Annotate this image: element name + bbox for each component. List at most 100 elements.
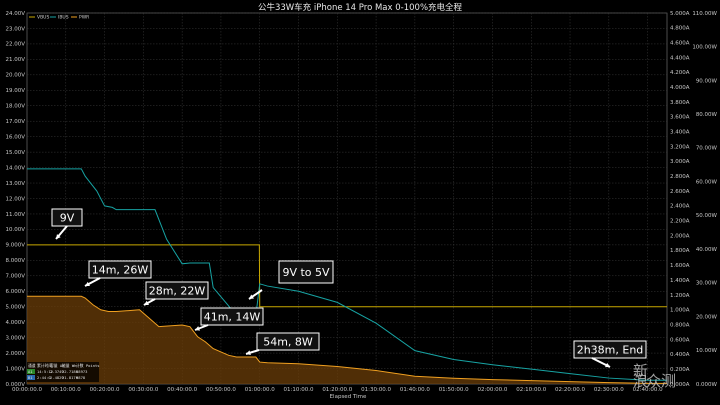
y-left-tick-label: 17.00V: [5, 119, 25, 125]
annotation-label: 2h38m, End: [577, 344, 644, 357]
y-left-tick-label: 8.000V: [5, 258, 25, 264]
y-left-tick-label: 1.000V: [5, 366, 25, 372]
x-tick-label: 00:30:00.0: [128, 387, 158, 393]
y-right-current-tick-label: 0.600A: [670, 337, 690, 343]
stats-cell: 58973: [76, 369, 87, 374]
y-left-tick-label: 13.00V: [5, 181, 25, 187]
stats-cell: B1: [28, 375, 33, 380]
y-right-power-tick-label: 80.00W: [696, 112, 718, 118]
y-right-current-tick-label: 2.800A: [670, 174, 690, 180]
x-tick-label: 01:00:00.0: [245, 387, 275, 393]
stats-header-cell: 能量 Wh: [62, 363, 76, 368]
watermark-text: 众测: [646, 372, 676, 390]
x-tick-label: 02:10:00.0: [516, 387, 546, 393]
y-left-tick-label: 5.000V: [5, 305, 25, 311]
y-right-current-tick-label: 1.600A: [670, 263, 690, 269]
y-left-tick-label: 4.000V: [5, 320, 25, 326]
legend-label-pwr: PWR: [79, 15, 89, 21]
stats-cell: 9878: [76, 375, 86, 380]
stats-table: 通道 累计时间容量 Ah能量 Wh 计数 PointsA1 14:5:122.3749…: [27, 362, 100, 382]
y-left-tick-label: 3.000V: [5, 335, 25, 341]
x-tick-label: 02:20:00.0: [555, 387, 585, 393]
y-left-tick-label: 11.00V: [5, 212, 25, 218]
y-right-current-tick-label: 4.000A: [670, 85, 690, 91]
y-right-power-tick-label: 110.00W: [692, 11, 717, 17]
legend: VBUS IBUS PWR: [29, 15, 89, 21]
y-right-current-tick-label: 5.000A: [670, 11, 690, 17]
legend-label-ibus: IBUS: [58, 15, 69, 21]
x-tick-label: 01:30:00.0: [361, 387, 391, 393]
stats-header-cell: 通道: [28, 363, 36, 368]
annotation-label: 9V to 5V: [282, 266, 330, 279]
y-right-current-tick-label: 2.600A: [670, 189, 690, 195]
charging-chart: 公牛33W车充 iPhone 14 Pro Max 0-100%充电全程 VBU…: [0, 0, 720, 405]
y-left-tick-label: 21.00V: [5, 57, 25, 63]
annotation-label: 28m, 22W: [149, 285, 206, 298]
y-right-power-tick-label: 70.00W: [696, 146, 718, 152]
y-right-current-tick-label: 4.800A: [670, 26, 690, 32]
y-left-tick-label: 24.00V: [5, 11, 25, 17]
y-right-power-tick-label: 90.00W: [696, 78, 718, 84]
x-tick-label: 00:40:00.0: [167, 387, 197, 393]
y-right-current-tick-label: 2.000A: [670, 233, 690, 239]
y-right-current-tick-label: 3.800A: [670, 100, 690, 106]
stats-header-cell: 计数 Points: [76, 363, 100, 368]
y-right-power-tick-label: 30.00W: [696, 281, 718, 287]
x-tick-label: 01:40:00.0: [400, 387, 430, 393]
y-right-current-tick-label: 1.000A: [670, 308, 690, 314]
y-right-current-tick-label: 3.200A: [670, 144, 690, 150]
y-right-power-tick-label: 50.00W: [696, 213, 718, 219]
x-tick-label: 00:20:00.0: [90, 387, 120, 393]
y-left-tick-label: 23.00V: [5, 26, 25, 32]
annotation-label: 14m, 26W: [92, 264, 149, 277]
y-right-power-tick-label: 60.00W: [696, 179, 718, 185]
y-right-power-tick-label: 10.00W: [696, 348, 718, 354]
y-left-tick-label: 14.00V: [5, 165, 25, 171]
y-right-current-tick-label: 2.400A: [670, 204, 690, 210]
y-right-current-tick-label: 3.400A: [670, 130, 690, 136]
y-left-tick-label: 15.00V: [5, 150, 25, 156]
x-tick-label: 00:10:00.0: [51, 387, 81, 393]
y-left-tick-label: 6.000V: [5, 289, 25, 295]
x-tick-label: 02:00:00.0: [477, 387, 507, 393]
y-left-tick-label: 0.000V: [5, 382, 25, 388]
y-right-power-tick-label: 100.00W: [692, 45, 717, 51]
y-right-current-tick-label: 1.800A: [670, 248, 690, 254]
y-left-tick-label: 18.00V: [5, 104, 25, 110]
y-right-power-tick-label: 20.00W: [696, 314, 718, 320]
annotation-label: 54m, 8W: [263, 336, 313, 349]
y-left-tick-label: 7.000V: [5, 274, 25, 280]
x-tick-label: 00:50:00.0: [206, 387, 236, 393]
y-right-current-tick-label: 3.000A: [670, 159, 690, 165]
y-right-current-tick-label: 1.400A: [670, 278, 690, 284]
chart-title: 公牛33W车充 iPhone 14 Pro Max 0-100%充电全程: [258, 2, 463, 13]
y-right-power-tick-label: 40.00W: [696, 247, 718, 253]
y-left-tick-label: 2.000V: [5, 351, 25, 357]
y-left-tick-label: 20.00V: [5, 73, 25, 79]
y-left-tick-label: 16.00V: [5, 134, 25, 140]
y-right-current-tick-label: 3.600A: [670, 115, 690, 121]
y-right-current-tick-label: 0.400A: [670, 352, 690, 358]
y-right-current-tick-label: 1.200A: [670, 293, 690, 299]
x-tick-label: 01:50:00.0: [439, 387, 469, 393]
x-tick-label: 02:30:00.0: [594, 387, 624, 393]
x-tick-label: 00:00:00.0: [12, 387, 42, 393]
x-axis-label: Elapsed Time: [330, 394, 367, 400]
y-left-tick-label: 22.00V: [5, 42, 25, 48]
x-tick-label: 01:10:00.0: [284, 387, 314, 393]
y-left-tick-label: 9.000V: [5, 243, 25, 249]
y-right-current-tick-label: 2.200A: [670, 219, 690, 225]
y-right-current-tick-label: 4.200A: [670, 70, 690, 76]
y-left-tick-label: 19.00V: [5, 88, 25, 94]
y-right-current-tick-label: 4.400A: [670, 55, 690, 61]
y-right-power-tick-label: 0.000W: [696, 382, 718, 388]
stats-cell: A1: [28, 369, 33, 374]
y-right-current-tick-label: 4.600A: [670, 40, 690, 46]
legend-label-vbus: VBUS: [37, 15, 49, 21]
annotation-label: 9V: [60, 212, 75, 225]
y-left-tick-label: 10.00V: [5, 227, 25, 233]
annotation-label: 41m, 14W: [204, 311, 261, 324]
y-right-current-tick-label: 0.800A: [670, 322, 690, 328]
x-tick-label: 01:20:00.0: [322, 387, 352, 393]
y-left-tick-label: 12.00V: [5, 196, 25, 202]
